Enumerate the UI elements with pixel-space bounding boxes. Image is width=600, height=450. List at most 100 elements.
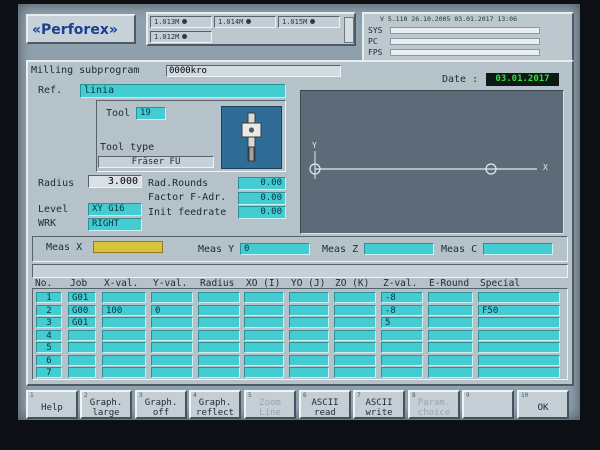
init-feed-field[interactable]: 0.00 [238,206,286,219]
wrk-field[interactable]: RIGHT [88,218,142,231]
table-cell[interactable] [478,354,560,366]
table-cell[interactable] [289,292,329,303]
fkey-6-button[interactable]: 6 ASCII read [299,390,351,419]
tool-field[interactable]: 19 [136,107,166,120]
ref-field[interactable]: linia [80,84,286,98]
table-cell[interactable] [198,329,240,341]
meas-x-field[interactable] [93,241,163,253]
fkey-9-button[interactable]: 9 [462,390,514,419]
level-field[interactable]: XY G16 [88,203,142,216]
table-cell[interactable] [334,342,376,353]
table-cell[interactable] [68,367,96,378]
table-cell[interactable] [244,354,284,366]
table-cell[interactable] [244,342,284,353]
table-cell[interactable]: G00 [68,304,96,316]
table-cell[interactable] [428,292,473,303]
table-cell[interactable] [102,354,146,366]
fkey-3-button[interactable]: 3 Graph. off [135,390,187,419]
table-cell[interactable]: G01 [68,317,96,328]
table-cell[interactable] [334,329,376,341]
table-cell[interactable] [289,329,329,341]
table-cell[interactable] [428,342,473,353]
table-cell[interactable]: 5 [381,317,423,328]
table-cell[interactable] [198,342,240,353]
table-cell[interactable]: -8 [381,304,423,316]
table-cell[interactable] [102,367,146,378]
table-cell[interactable] [289,367,329,378]
table-cell[interactable] [334,317,376,328]
table-cell[interactable] [478,342,560,353]
table-cell[interactable] [381,354,423,366]
table-cell[interactable] [428,304,473,316]
table-cell[interactable] [151,342,193,353]
radius-field[interactable]: 3.000 [88,175,142,188]
table-cell[interactable] [151,292,193,303]
program-name-field[interactable]: 0000kro [166,65,341,77]
table-cell[interactable] [334,292,376,303]
table-cell[interactable] [68,342,96,353]
tool-type-field[interactable]: Fräser FU [98,156,214,168]
table-cell[interactable] [102,292,146,303]
fkey-5-button[interactable]: 5 Zoom Line [244,390,296,419]
table-cell[interactable] [244,367,284,378]
fkey-1-button[interactable]: 1 Help [26,390,78,419]
fkey-7-button[interactable]: 7 ASCII write [353,390,405,419]
table-cell[interactable] [68,329,96,341]
table-cell[interactable] [151,317,193,328]
meas-z-field[interactable] [364,243,434,255]
table-cell[interactable] [289,354,329,366]
table-cell[interactable]: 100 [102,304,146,316]
table-cell[interactable] [334,367,376,378]
table-cell[interactable] [198,317,240,328]
graphic-preview[interactable]: Y X [300,90,564,234]
table-cell[interactable] [244,329,284,341]
table-cell[interactable]: -8 [381,292,423,303]
table-cell[interactable] [289,304,329,316]
table-cell[interactable] [428,329,473,341]
fkey-8-button[interactable]: 8 Param. choice [408,390,460,419]
table-cell[interactable] [381,329,423,341]
meas-c-field[interactable] [483,243,553,255]
table-cell[interactable] [102,329,146,341]
table-cell[interactable] [151,329,193,341]
table-cell[interactable] [381,367,423,378]
table-cell[interactable] [478,367,560,378]
table-cell[interactable] [244,317,284,328]
table-cell[interactable]: 0 [151,304,193,316]
table-cell[interactable] [198,354,240,366]
table-cell[interactable] [198,367,240,378]
table-cell[interactable] [198,304,240,316]
table-cell[interactable] [102,342,146,353]
fkey-4-button[interactable]: 4 Graph. reflect [189,390,241,419]
table-cell[interactable] [151,367,193,378]
table-cell[interactable] [289,317,329,328]
tool-type-label: Tool type [100,142,155,153]
table-cell[interactable] [244,304,284,316]
table-cell[interactable] [244,292,284,303]
table-cell[interactable] [102,317,146,328]
rad-rounds-field[interactable]: 0.00 [238,177,286,190]
fkey-2-button[interactable]: 2 Graph. large [80,390,132,419]
fkey-10-button[interactable]: 10 OK [517,390,569,419]
table-cell[interactable] [428,367,473,378]
table-cell[interactable] [151,354,193,366]
memory-slot[interactable]: 1.014M [214,16,276,28]
table-cell[interactable] [478,317,560,328]
memory-slot[interactable]: 1.013M [150,16,212,28]
meas-y-field[interactable]: 0 [240,243,310,255]
table-cell[interactable] [289,342,329,353]
table-cell[interactable] [334,354,376,366]
table-cell[interactable] [334,304,376,316]
table-cell[interactable]: G01 [68,292,96,303]
memory-slot[interactable]: 1.015M [278,16,340,28]
table-cell[interactable] [428,317,473,328]
table-cell[interactable] [478,329,560,341]
table-cell[interactable] [198,292,240,303]
table-cell[interactable] [68,354,96,366]
table-cell[interactable] [428,354,473,366]
table-cell[interactable] [478,292,560,303]
table-cell[interactable] [381,342,423,353]
memory-slot[interactable]: 1.012M [150,31,212,43]
factor-field[interactable]: 0.00 [238,192,286,205]
table-cell[interactable]: F50 [478,304,560,316]
